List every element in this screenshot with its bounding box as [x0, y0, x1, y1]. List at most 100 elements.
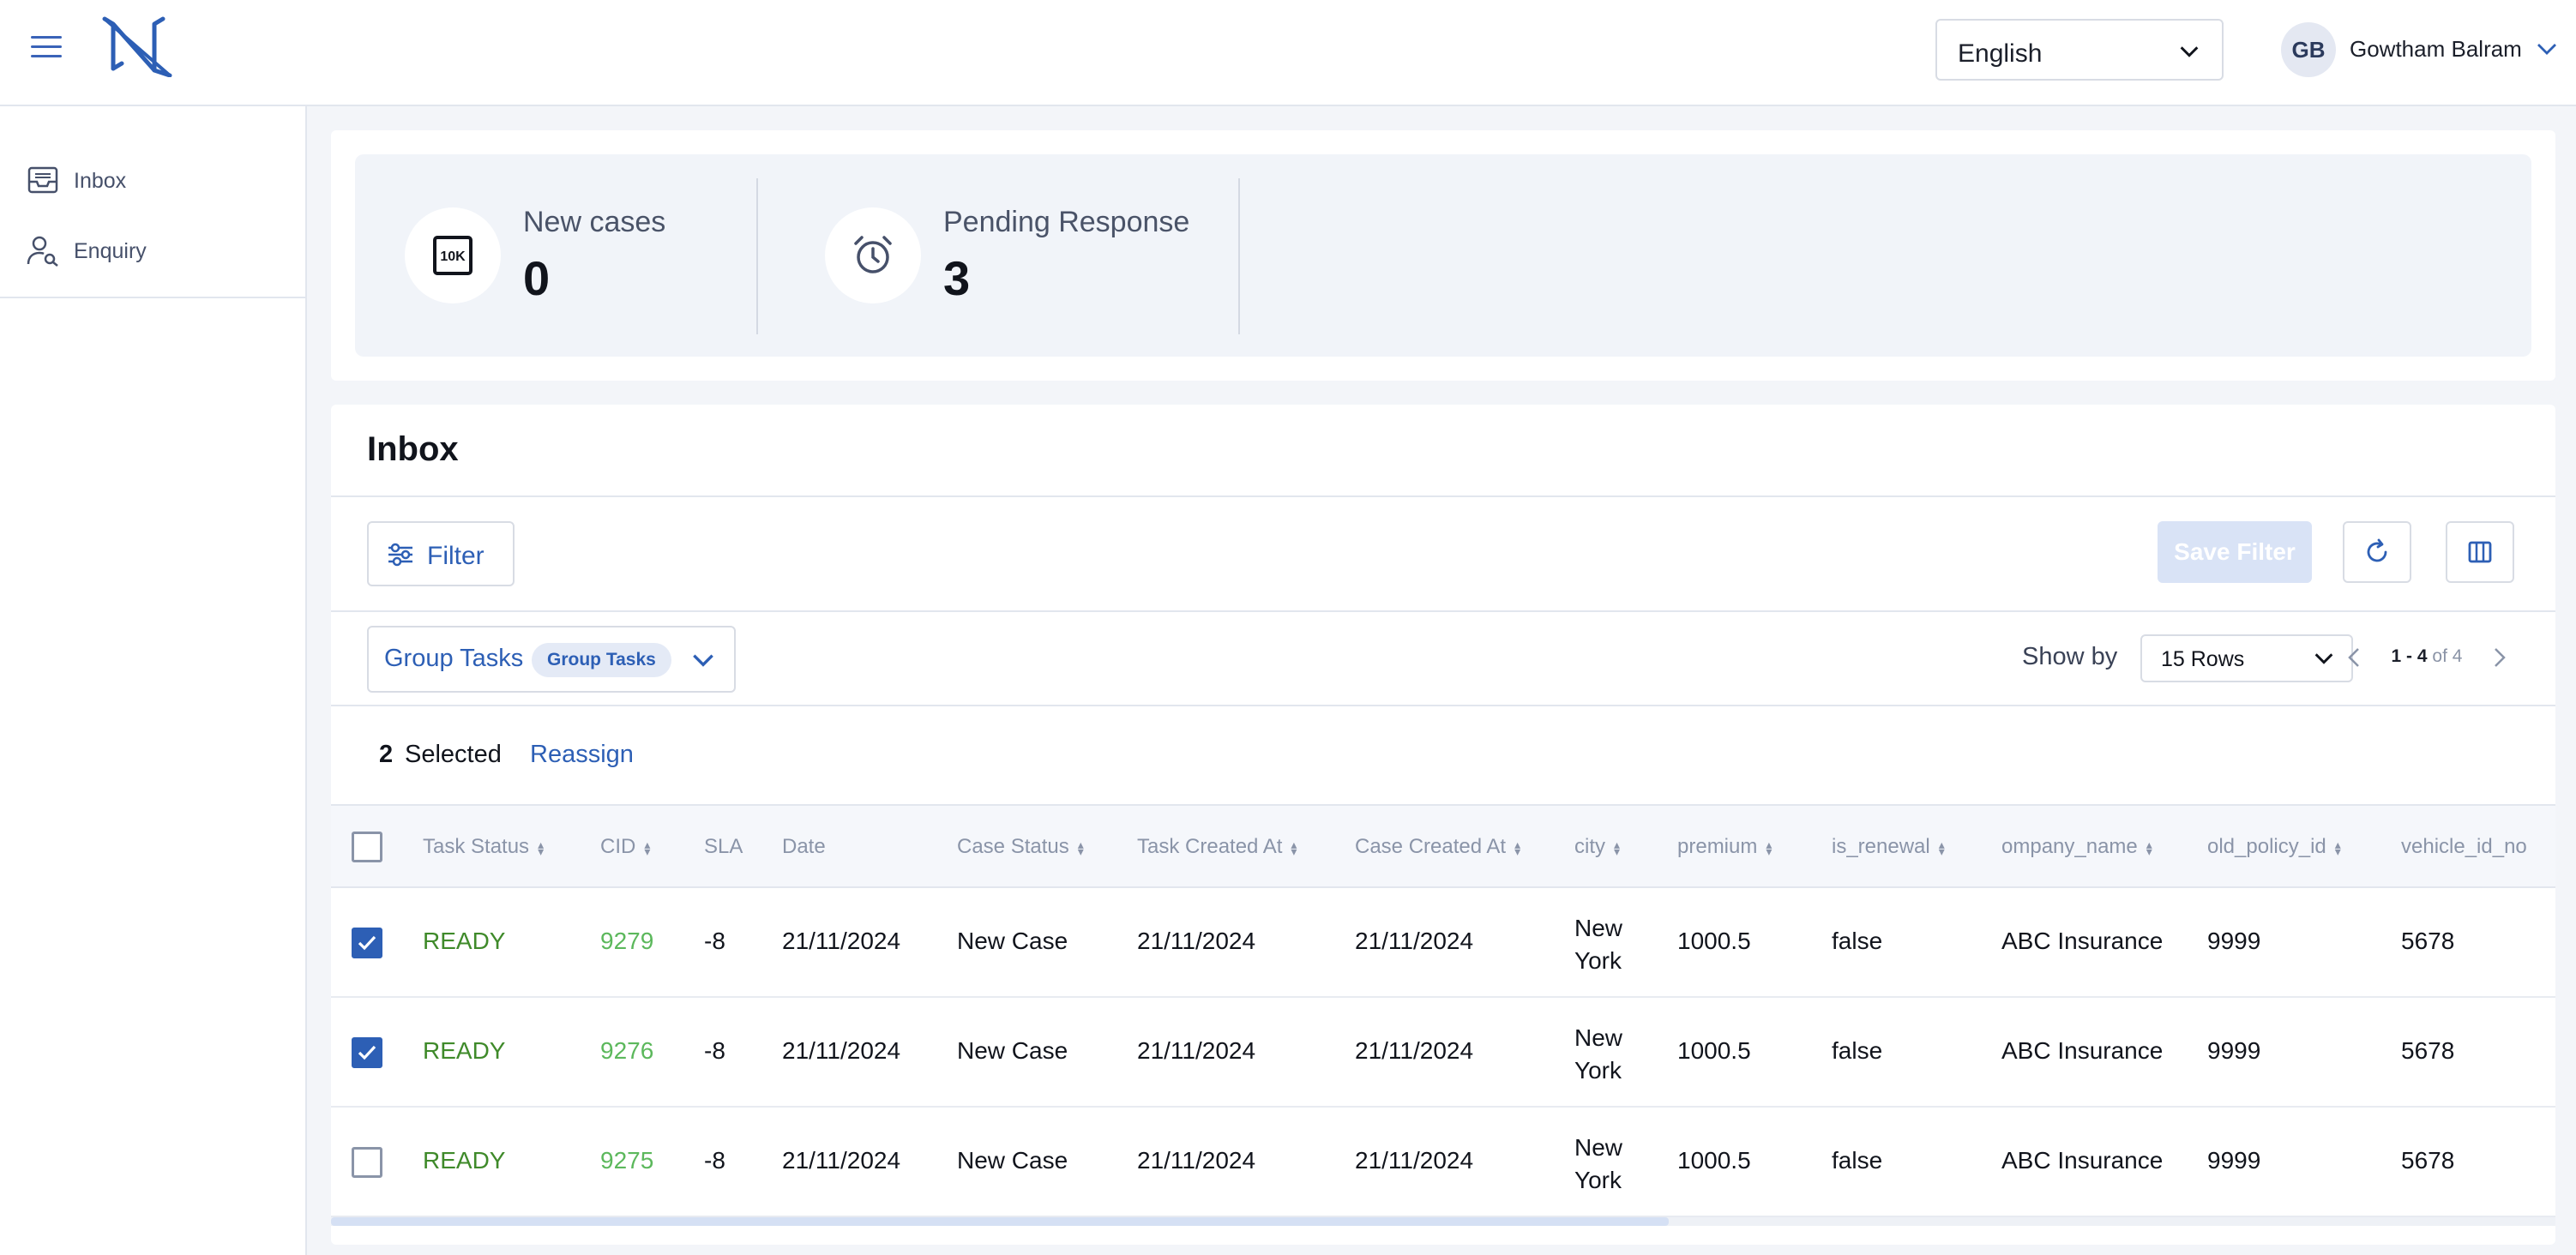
filter-button[interactable]: Filter	[367, 521, 515, 586]
city-value: New York	[1574, 1024, 1623, 1084]
old-policy-id-value: 9999	[2207, 1147, 2261, 1174]
stat-icon-circle	[825, 207, 921, 303]
column-header-label: old_policy_id	[2207, 835, 2326, 858]
sla-value: -8	[704, 928, 725, 954]
column-header-old-policy-id[interactable]: old_policy_id ▴ ▾	[2207, 835, 2341, 859]
task-created-at: 21/11/2024	[1137, 928, 1256, 954]
sliders-icon	[388, 543, 412, 567]
sla-value: -8	[704, 1147, 725, 1174]
stat-title: New cases	[523, 206, 666, 238]
rows-per-page-select[interactable]: 15 Rows	[2140, 634, 2353, 682]
alarm-clock-icon	[854, 236, 892, 273]
stats-inner: 10K New cases 0 Pending Response 3	[355, 154, 2531, 357]
column-header-vehicle-id-no[interactable]: vehicle_id_no	[2401, 835, 2527, 859]
column-header-label: Case Status	[957, 835, 1069, 858]
sort-icon: ▴ ▾	[2146, 837, 2152, 858]
column-header-label: vehicle_id_no	[2401, 835, 2527, 858]
sort-icon: ▴ ▾	[1514, 837, 1521, 858]
avatar: GB	[2281, 22, 2336, 77]
hamburger-menu-icon[interactable]	[31, 36, 62, 62]
inbox-panel: Inbox Filter Save Filter Group Tasks Gro…	[331, 405, 2555, 1245]
task-status: READY	[423, 1147, 506, 1174]
column-header-label: Task Created At	[1137, 835, 1283, 858]
case-id-link[interactable]: 9279	[600, 928, 653, 955]
stat-icon-circle: 10K	[405, 207, 501, 303]
column-header-task-status[interactable]: Task Status ▴ ▾	[423, 835, 544, 859]
chevron-down-icon	[2180, 46, 2199, 57]
sort-icon: ▴ ▾	[538, 837, 545, 858]
company-name-value: ABC Insurance	[2001, 928, 2164, 954]
selected-count: 2	[379, 741, 394, 768]
column-header-label: is_renewal	[1832, 835, 1930, 858]
column-header-case-created-at[interactable]: Case Created At ▴ ▾	[1355, 835, 1520, 859]
language-select[interactable]: English	[1935, 19, 2224, 81]
group-tasks-select[interactable]: Group Tasks Group Tasks	[367, 626, 736, 693]
task-status: READY	[423, 1037, 506, 1064]
stats-panel: 10K New cases 0 Pending Response 3	[331, 130, 2555, 381]
case-id-link[interactable]: 9276	[600, 1037, 653, 1065]
columns-button[interactable]	[2446, 521, 2514, 583]
sidebar-item-label: Inbox	[74, 169, 127, 193]
case-created-at: 21/11/2024	[1355, 928, 1474, 954]
column-header-task-created-at[interactable]: Task Created At ▴ ▾	[1137, 835, 1297, 859]
case-id-link[interactable]: 9275	[600, 1147, 653, 1174]
sort-icon: ▴ ▾	[644, 837, 651, 858]
horizontal-scrollbar[interactable]	[331, 1217, 2555, 1226]
refresh-button[interactable]	[2343, 521, 2411, 583]
user-menu[interactable]: GB Gowtham Balram	[2281, 22, 2564, 77]
column-header-sla: SLA	[704, 835, 743, 859]
column-header-label: Case Created At	[1355, 835, 1507, 858]
brand-logo[interactable]	[101, 15, 175, 77]
svg-text:10K: 10K	[440, 249, 466, 264]
sla-value: -8	[704, 1037, 725, 1064]
column-header-is-renewal[interactable]: is_renewal ▴ ▾	[1832, 835, 1945, 859]
select-all-checkbox[interactable]	[352, 832, 382, 862]
save-filter-button[interactable]: Save Filter	[2158, 521, 2312, 583]
column-header-case-status[interactable]: Case Status ▴ ▾	[957, 835, 1084, 859]
check-icon	[358, 935, 376, 951]
inbox-title: Inbox	[367, 430, 459, 468]
company-name-value: ABC Insurance	[2001, 1037, 2164, 1064]
premium-value: 1000.5	[1677, 928, 1751, 954]
case-status: New Case	[957, 1147, 1068, 1174]
table-row[interactable]: READY 9275 -8 21/11/2024 New Case 21/11/…	[331, 1108, 2555, 1217]
group-select-label: Group Tasks	[384, 645, 524, 672]
row-checkbox[interactable]	[352, 1147, 382, 1178]
stat-value: 0	[523, 251, 551, 305]
sort-icon: ▴ ▾	[1614, 837, 1621, 858]
column-header-date: Date	[782, 835, 826, 859]
table-row[interactable]: READY 9276 -8 21/11/2024 New Case 21/11/…	[331, 998, 2555, 1108]
sort-icon: ▴ ▾	[2334, 837, 2341, 858]
stat-divider	[1238, 178, 1240, 334]
columns-icon	[2468, 541, 2492, 563]
reassign-button[interactable]: Reassign	[530, 741, 634, 769]
sidebar-item-enquiry[interactable]: Enquiry	[0, 216, 305, 285]
row-checkbox[interactable]	[352, 1037, 382, 1068]
case-created-at: 21/11/2024	[1355, 1037, 1474, 1064]
row-checkbox[interactable]	[352, 928, 382, 958]
page-total: of 4	[2432, 646, 2463, 666]
column-header-company-name[interactable]: ompany_name ▴ ▾	[2001, 835, 2152, 859]
column-header-premium[interactable]: premium ▴ ▾	[1677, 835, 1772, 859]
chevron-right-icon[interactable]	[2487, 643, 2513, 672]
task-created-at: 21/11/2024	[1137, 1037, 1256, 1064]
is-renewal-value: false	[1832, 1037, 1883, 1064]
sidebar-item-inbox[interactable]: Inbox	[0, 146, 305, 214]
vehicle-id-value: 5678	[2401, 1037, 2455, 1064]
stat-new-cases: 10K New cases 0	[355, 154, 770, 357]
city-value: New York	[1574, 1134, 1623, 1193]
chevron-down-icon	[693, 654, 713, 667]
filter-label: Filter	[427, 542, 485, 570]
sort-icon: ▴ ▾	[1766, 837, 1773, 858]
column-header-label: Date	[782, 835, 826, 858]
column-header-city[interactable]: city ▴ ▾	[1574, 835, 1620, 859]
user-search-icon	[27, 236, 58, 267]
column-header-label: ompany_name	[2001, 835, 2138, 858]
date-value: 21/11/2024	[782, 1147, 901, 1174]
table-row[interactable]: READY 9279 -8 21/11/2024 New Case 21/11/…	[331, 888, 2555, 998]
10k-icon: 10K	[433, 236, 472, 275]
chevron-down-icon	[2537, 44, 2556, 55]
scrollbar-thumb[interactable]	[331, 1217, 1669, 1226]
column-header-cid[interactable]: CID ▴ ▾	[600, 835, 650, 859]
table-header: Task Status ▴ ▾ CID ▴ ▾ SLA Date Case Status…	[331, 804, 2555, 888]
